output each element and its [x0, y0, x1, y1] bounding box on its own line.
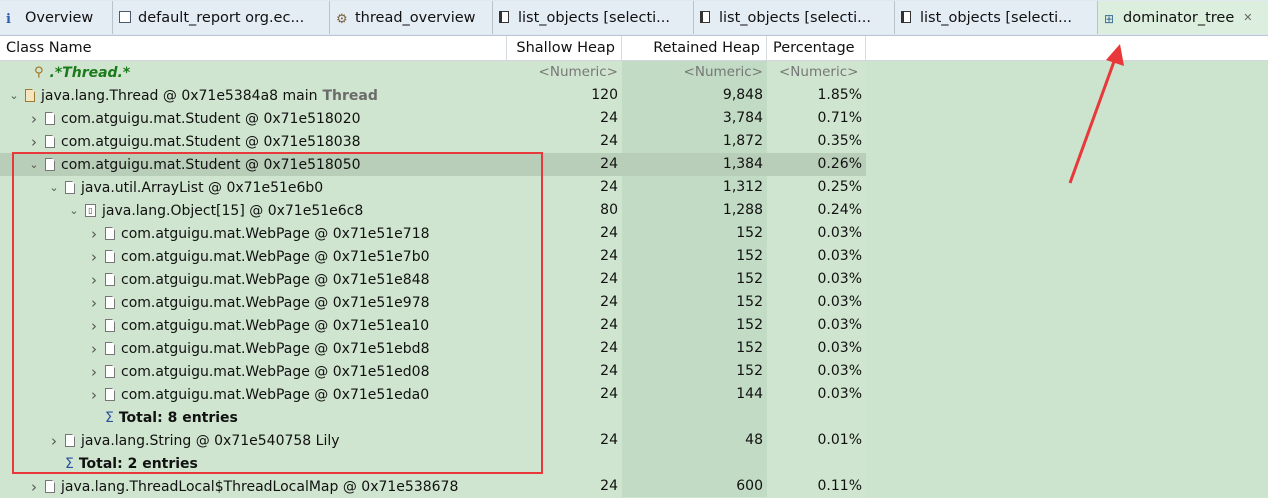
retained-heap-cell: 48 — [745, 432, 763, 448]
percentage-cell: 0.01% — [817, 432, 862, 448]
percentage-cell: 0.03% — [817, 294, 862, 310]
retained-heap-cell — [622, 406, 763, 429]
editor-tab-bar: i Overview default_report org.ec... ⚙ thread… — [0, 0, 1268, 36]
column-percentage[interactable]: Percentage — [767, 36, 866, 60]
retained-heap-cell: 152 — [736, 363, 763, 379]
filter-icon: ⚲ — [34, 65, 44, 80]
retained-heap-cell: 152 — [736, 248, 763, 264]
retained-heap-cell: 152 — [736, 317, 763, 333]
tab-1[interactable]: default_report org.ec... — [113, 1, 330, 34]
shallow-heap-cell: 24 — [600, 478, 618, 494]
tab-4[interactable]: list_objects [selecti... — [694, 1, 895, 34]
percentage-cell: 0.03% — [817, 363, 862, 379]
percentage-cell: 0.03% — [817, 340, 862, 356]
tab-label: dominator_tree — [1123, 9, 1235, 26]
percentage-cell: 0.35% — [817, 133, 862, 149]
tab-label: Overview — [25, 9, 94, 26]
info-icon: i — [6, 11, 11, 27]
annotation-arrow — [1068, 44, 1124, 184]
tab-label: list_objects [selecti... — [920, 9, 1072, 26]
object-icon — [45, 112, 55, 125]
retained-heap-cell: 3,784 — [722, 110, 763, 126]
percentage-filter[interactable]: <Numeric> — [779, 61, 864, 84]
shallow-heap-filter[interactable]: <Numeric> — [507, 61, 618, 84]
shallow-heap-cell: 24 — [600, 133, 618, 149]
column-class-name[interactable]: Class Name — [0, 36, 507, 60]
object-icon — [45, 480, 55, 493]
percentage-cell: 0.25% — [817, 179, 862, 195]
retained-heap-cell: 600 — [736, 478, 763, 494]
chevron-right-icon[interactable]: › — [27, 478, 41, 496]
percentage-cell: 0.26% — [817, 156, 862, 172]
percentage-cell: 0.03% — [817, 225, 862, 241]
retained-heap-cell: 1,384 — [722, 156, 763, 172]
close-icon[interactable]: ✕ — [1243, 11, 1252, 24]
annotation-highlight-box — [12, 152, 543, 474]
class-name-cell: java.lang.ThreadLocal$ThreadLocalMap @ 0… — [61, 478, 459, 495]
shallow-heap-cell: 24 — [600, 110, 618, 126]
percentage-cell: 0.71% — [817, 110, 862, 126]
retained-heap-cell: 152 — [736, 340, 763, 356]
tab-label: list_objects [selecti... — [719, 9, 871, 26]
class-name-cell: com.atguigu.mat.Student @ 0x71e518038 — [61, 133, 361, 150]
tab-label: list_objects [selecti... — [518, 9, 670, 26]
table-row[interactable]: › java.lang.ThreadLocal$ThreadLocalMap @ … — [0, 475, 1268, 498]
percentage-cell — [767, 452, 862, 475]
tree-icon: ⊞ — [1104, 11, 1115, 26]
percentage-cell: 0.11% — [817, 478, 862, 494]
shallow-heap-cell: 120 — [591, 87, 618, 103]
tab-2[interactable]: ⚙ thread_overview — [330, 1, 493, 34]
tab-3[interactable]: list_objects [selecti... — [493, 1, 694, 34]
retained-heap-cell: 152 — [736, 294, 763, 310]
chevron-right-icon[interactable]: › — [27, 110, 41, 128]
class-name-filter[interactable]: .*Thread.* — [50, 65, 131, 81]
thread-icon — [25, 89, 35, 102]
list-icon — [901, 10, 915, 25]
tab-label: thread_overview — [355, 9, 476, 26]
retained-heap-filter[interactable]: <Numeric> — [622, 61, 763, 84]
percentage-cell: 0.03% — [817, 271, 862, 287]
retained-heap-cell: 152 — [736, 271, 763, 287]
percentage-cell — [767, 406, 862, 429]
retained-heap-cell: 1,872 — [722, 133, 763, 149]
class-name-cell: com.atguigu.mat.Student @ 0x71e518020 — [61, 110, 361, 127]
retained-heap-cell: 1,312 — [722, 179, 763, 195]
list-icon — [499, 10, 513, 25]
percentage-cell: 1.85% — [817, 87, 862, 103]
column-retained-heap[interactable]: Retained Heap — [622, 36, 767, 60]
tab-6[interactable]: ⊞ dominator_tree ✕ — [1098, 1, 1268, 34]
percentage-cell: 0.24% — [817, 202, 862, 218]
tab-label: default_report org.ec... — [138, 9, 305, 26]
percentage-cell: 0.03% — [817, 317, 862, 333]
list-icon — [700, 10, 714, 25]
class-name-cell: java.lang.Thread @ 0x71e5384a8 main — [41, 87, 318, 104]
object-icon — [45, 135, 55, 148]
retained-heap-cell: 1,288 — [722, 202, 763, 218]
gear-icon: ⚙ — [336, 11, 348, 27]
type-suffix: Thread — [322, 87, 378, 104]
retained-heap-cell: 9,848 — [722, 87, 763, 103]
retained-heap-cell: 144 — [736, 386, 763, 402]
report-icon — [119, 10, 133, 25]
percentage-cell: 0.03% — [817, 248, 862, 264]
percentage-cell: 0.03% — [817, 386, 862, 402]
tab-0[interactable]: i Overview — [0, 1, 113, 34]
chevron-down-icon[interactable]: ⌄ — [7, 89, 21, 102]
column-shallow-heap[interactable]: Shallow Heap — [507, 36, 622, 60]
chevron-right-icon[interactable]: › — [27, 133, 41, 151]
tab-5[interactable]: list_objects [selecti... — [895, 1, 1098, 34]
retained-heap-cell — [622, 452, 763, 475]
retained-heap-cell: 152 — [736, 225, 763, 241]
